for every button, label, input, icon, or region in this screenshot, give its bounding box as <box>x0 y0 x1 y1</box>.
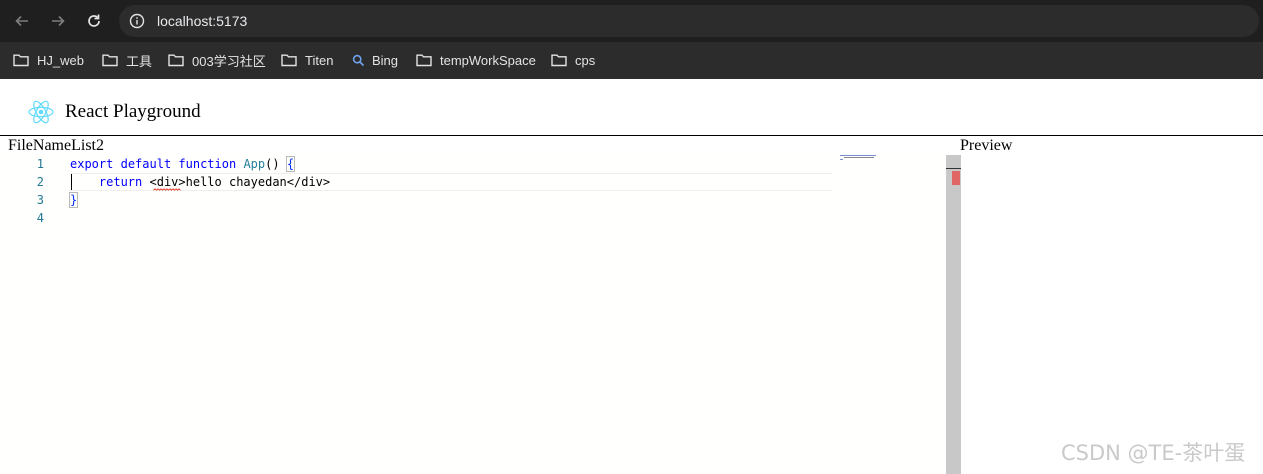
search-icon <box>352 54 365 66</box>
editor-scrollbar[interactable] <box>946 155 961 474</box>
arrow-left-icon <box>15 15 28 27</box>
browser-toolbar: localhost:5173 <box>0 0 1263 42</box>
line-number: 2 <box>36 175 44 189</box>
bookmark-label: 003学习社区 <box>192 53 266 69</box>
error-squiggle <box>153 188 181 191</box>
bookmark-label: 工具 <box>126 53 153 69</box>
code-line-1[interactable]: export default function App() { <box>70 155 296 173</box>
bookmark-label: tempWorkSpace <box>440 52 536 68</box>
file-name-list[interactable]: FileNameList2 <box>8 137 104 155</box>
arrow-right-icon <box>52 15 65 27</box>
keyword: default <box>120 157 172 171</box>
folder-icon <box>102 54 118 67</box>
line-number: 1 <box>36 157 44 171</box>
reload-icon <box>88 14 100 27</box>
jsx-open-tag: <div> <box>149 175 186 189</box>
bookmark-label: HJ_web <box>37 52 84 68</box>
brace: { <box>285 156 296 172</box>
info-icon[interactable] <box>129 13 145 29</box>
folder-icon <box>416 54 432 67</box>
app-title: React Playground <box>65 101 201 122</box>
forward-button[interactable] <box>45 8 71 34</box>
bookmark-label: cps <box>575 52 596 68</box>
back-button[interactable] <box>9 8 35 34</box>
keyword: return <box>98 175 143 189</box>
code-editor[interactable]: 1 2 3 4 export default function App() { … <box>0 155 946 474</box>
bookmarks-bar: HJ_web 工具 003学习社区 Titen Bing tempWorkSpa… <box>0 42 1263 79</box>
bookmark-label: Bing <box>372 52 399 68</box>
folder-icon <box>13 54 29 67</box>
brace: } <box>68 192 79 208</box>
editor-minimap[interactable] <box>840 155 880 161</box>
preview-label: Preview <box>960 137 1013 154</box>
preview-pane[interactable] <box>961 155 1263 474</box>
function-name: App <box>243 157 266 171</box>
folder-icon <box>168 54 184 67</box>
react-logo-icon <box>28 100 54 124</box>
bookmark-003-community[interactable]: 003学习社区 <box>168 50 266 70</box>
line-number: 4 <box>36 211 44 225</box>
code-line-2[interactable]: return <div>hello chayedan</div> <box>70 173 330 191</box>
url-text[interactable]: localhost:5173 <box>157 12 247 30</box>
reload-button[interactable] <box>81 8 107 34</box>
keyword: export <box>70 157 114 171</box>
bookmark-tools[interactable]: 工具 <box>102 50 152 70</box>
code-line-3[interactable]: } <box>68 191 79 209</box>
address-bar[interactable]: localhost:5173 <box>119 5 1259 37</box>
bookmark-hj-web[interactable]: HJ_web <box>13 50 84 70</box>
scrollbar-error-marker <box>952 171 960 185</box>
jsx-close-tag: </div> <box>286 175 331 189</box>
keyword: function <box>178 157 237 171</box>
line-number: 3 <box>36 193 44 207</box>
folder-icon <box>281 54 297 67</box>
bookmark-label: Titen <box>305 52 334 68</box>
watermark: CSDN @TE-茶叶蛋 <box>1061 441 1246 465</box>
bookmark-cps[interactable]: cps <box>551 50 595 70</box>
bookmark-bing[interactable]: Bing <box>352 50 398 70</box>
scrollbar-track-line <box>946 168 961 169</box>
bookmark-tempworkspace[interactable]: tempWorkSpace <box>416 50 536 70</box>
folder-icon <box>551 54 567 67</box>
bookmark-titen[interactable]: Titen <box>281 50 333 70</box>
jsx-text: hello chayedan <box>185 175 287 189</box>
punctuation: () <box>265 157 287 171</box>
